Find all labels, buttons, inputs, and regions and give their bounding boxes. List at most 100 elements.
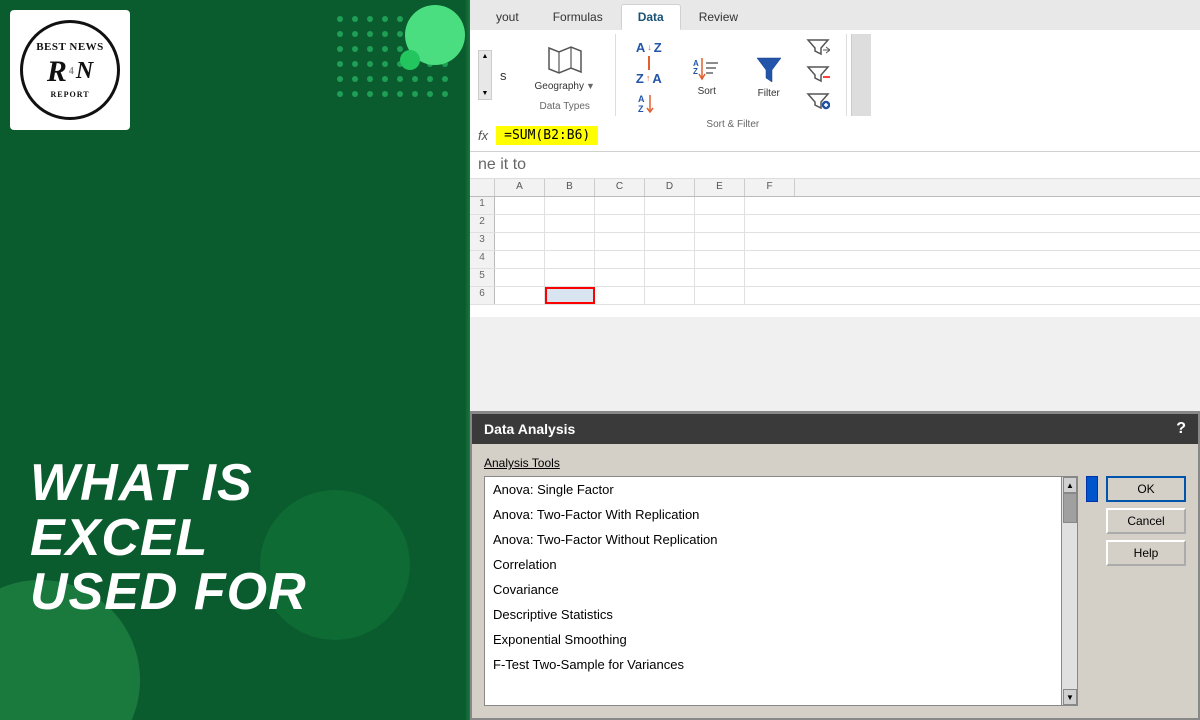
tab-review[interactable]: Review bbox=[683, 4, 754, 30]
cell-a5[interactable] bbox=[495, 269, 545, 286]
sort-az-icons: A ↓ Z Z ↑ A bbox=[636, 40, 662, 86]
cell-c5[interactable] bbox=[595, 269, 645, 286]
logo-r: R bbox=[47, 54, 67, 90]
excel-ribbon: yout Formulas Data Review ▲ ▼ s bbox=[470, 0, 1200, 120]
list-item[interactable]: F-Test Two-Sample for Variances bbox=[485, 652, 1077, 677]
logo-n: N bbox=[76, 57, 93, 86]
tab-formulas[interactable]: Formulas bbox=[537, 4, 619, 30]
cell-e2[interactable] bbox=[695, 215, 745, 232]
tab-layout[interactable]: yout bbox=[480, 4, 535, 30]
filter-icon-3-svg bbox=[806, 92, 830, 110]
map-icon bbox=[545, 43, 585, 79]
dialog-body: Analysis Tools Anova: Single Factor Anov… bbox=[472, 444, 1198, 718]
cell-d6[interactable] bbox=[645, 287, 695, 304]
headline-line1: WHAT IS bbox=[30, 456, 450, 511]
grid-row-1: 1 bbox=[470, 197, 1200, 215]
list-item[interactable]: Anova: Single Factor bbox=[485, 477, 1077, 502]
filter-button[interactable]: Filter bbox=[744, 50, 794, 103]
geography-button[interactable]: Geography ▼ bbox=[531, 39, 599, 96]
cell-a1[interactable] bbox=[495, 197, 545, 214]
ribbon-tab-bar: yout Formulas Data Review bbox=[470, 0, 1200, 30]
grid-row-3: 3 bbox=[470, 233, 1200, 251]
list-item[interactable]: Covariance bbox=[485, 577, 1077, 602]
filter-icon-2-svg bbox=[806, 65, 830, 83]
col-b-header: B bbox=[545, 179, 595, 196]
cell-e3[interactable] bbox=[695, 233, 745, 250]
cell-e1[interactable] bbox=[695, 197, 745, 214]
scroll-up-btn[interactable]: ▲ bbox=[482, 53, 489, 60]
sort-icon-svg: A Z bbox=[638, 92, 660, 114]
filter-icon bbox=[754, 54, 784, 86]
partial-tab-label: s bbox=[500, 34, 511, 116]
formula-bar: fx =SUM(B2:B6) bbox=[470, 120, 1200, 152]
sort-icon-full: A Z bbox=[638, 92, 660, 114]
formula-text[interactable]: =SUM(B2:B6) bbox=[496, 126, 598, 145]
list-item[interactable]: Anova: Two-Factor Without Replication bbox=[485, 527, 1077, 552]
scroll-down-btn[interactable]: ▼ bbox=[482, 90, 489, 97]
cancel-button[interactable]: Cancel bbox=[1106, 508, 1186, 534]
column-header-row: A B C D E F bbox=[470, 179, 1200, 197]
list-item[interactable]: Descriptive Statistics bbox=[485, 602, 1077, 627]
scrollbar-down-btn[interactable]: ▼ bbox=[1063, 689, 1077, 705]
cell-a6[interactable] bbox=[495, 287, 545, 304]
list-item[interactable]: Correlation bbox=[485, 552, 1077, 577]
col-d-header: D bbox=[645, 179, 695, 196]
filter-icon-1-svg bbox=[806, 38, 830, 56]
col-e-header: E bbox=[695, 179, 745, 196]
sort-icon-container: A Z bbox=[692, 56, 722, 84]
dropdown-arrow[interactable]: ▼ bbox=[586, 81, 595, 91]
logo-best: BEST NEWS bbox=[36, 41, 104, 54]
cell-d2[interactable] bbox=[645, 215, 695, 232]
cell-d3[interactable] bbox=[645, 233, 695, 250]
cell-b5[interactable] bbox=[545, 269, 595, 286]
ribbon-group-sort-filter: A ↓ Z Z ↑ A bbox=[620, 34, 847, 116]
filter-icon-1[interactable] bbox=[806, 38, 830, 61]
scrollbar-thumb[interactable] bbox=[1063, 493, 1077, 523]
cell-d1[interactable] bbox=[645, 197, 695, 214]
cell-a2[interactable] bbox=[495, 215, 545, 232]
row-3-header: 3 bbox=[470, 233, 495, 250]
cell-b6[interactable] bbox=[545, 287, 595, 304]
filter-icon-3[interactable] bbox=[806, 92, 830, 115]
sort-button[interactable]: A Z Sort bbox=[682, 52, 732, 101]
sort-az-icon: A ↓ Z bbox=[636, 40, 662, 55]
svg-text:A: A bbox=[638, 94, 645, 104]
cell-b3[interactable] bbox=[545, 233, 595, 250]
dialog-title-bar: Data Analysis ? bbox=[472, 414, 1198, 444]
col-f-header: F bbox=[745, 179, 795, 196]
cell-e6[interactable] bbox=[695, 287, 745, 304]
scrollbar-up-btn[interactable]: ▲ bbox=[1063, 477, 1077, 493]
listbox-scrollbar[interactable]: ▲ ▼ bbox=[1061, 477, 1077, 705]
cell-c1[interactable] bbox=[595, 197, 645, 214]
grid-row-5: 5 bbox=[470, 269, 1200, 287]
cell-e4[interactable] bbox=[695, 251, 745, 268]
tab-data[interactable]: Data bbox=[621, 4, 681, 30]
cell-d5[interactable] bbox=[645, 269, 695, 286]
cell-e5[interactable] bbox=[695, 269, 745, 286]
filter-icon-2[interactable] bbox=[806, 65, 830, 88]
bright-circle-small bbox=[400, 50, 420, 70]
cell-c6[interactable] bbox=[595, 287, 645, 304]
row-2-header: 2 bbox=[470, 215, 495, 232]
cell-b4[interactable] bbox=[545, 251, 595, 268]
cell-c2[interactable] bbox=[595, 215, 645, 232]
list-item[interactable]: Anova: Two-Factor With Replication bbox=[485, 502, 1077, 527]
cell-a4[interactable] bbox=[495, 251, 545, 268]
cell-b1[interactable] bbox=[545, 197, 595, 214]
cell-b2[interactable] bbox=[545, 215, 595, 232]
list-item[interactable]: Exponential Smoothing bbox=[485, 627, 1077, 652]
cell-c4[interactable] bbox=[595, 251, 645, 268]
cell-d4[interactable] bbox=[645, 251, 695, 268]
scroll-container: ▲ ▼ bbox=[478, 50, 492, 100]
dialog-question-mark[interactable]: ? bbox=[1176, 420, 1186, 438]
row-5-header: 5 bbox=[470, 269, 495, 286]
ok-button[interactable]: OK bbox=[1106, 476, 1186, 502]
tools-listbox[interactable]: Anova: Single Factor Anova: Two-Factor W… bbox=[484, 476, 1078, 706]
cell-c3[interactable] bbox=[595, 233, 645, 250]
extra-filter-icons bbox=[806, 38, 830, 115]
corner-cell bbox=[470, 179, 495, 196]
cell-a3[interactable] bbox=[495, 233, 545, 250]
ribbon-scroll-buttons: ▲ ▼ bbox=[478, 34, 492, 116]
help-button[interactable]: Help bbox=[1106, 540, 1186, 566]
col-a-header: A bbox=[495, 179, 545, 196]
